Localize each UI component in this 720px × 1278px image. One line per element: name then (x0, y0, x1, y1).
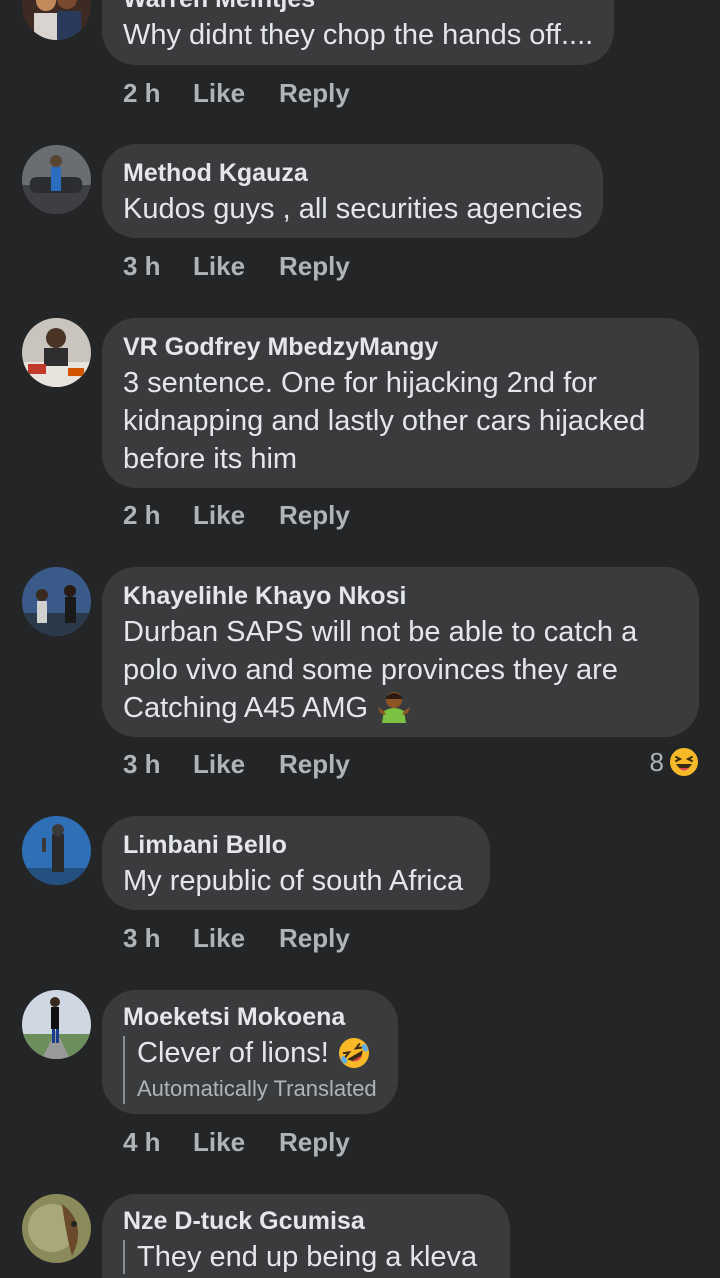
comment-actions: 4 h Like Reply (123, 1127, 350, 1158)
comment-author[interactable]: VR Godfrey MbedzyMangy (123, 332, 678, 362)
comment-bubble[interactable]: VR Godfrey MbedzyMangy 3 sentence. One f… (102, 318, 699, 488)
comment-timestamp: 4 h (123, 1127, 161, 1157)
reply-button[interactable]: Reply (279, 78, 350, 109)
translated-block: They end up being a kleva (123, 1240, 489, 1274)
avatar[interactable] (22, 990, 91, 1059)
comment-actions: 3 h Like Reply (123, 923, 350, 954)
auto-translated-label[interactable]: Automatically Translated (137, 1074, 377, 1104)
comment-text: My republic of south Africa (123, 865, 464, 897)
avatar[interactable] (22, 318, 91, 387)
comment-text: They end up being a kleva (137, 1241, 478, 1273)
avatar[interactable] (22, 567, 91, 636)
comment-text-segment: Clever of lions! (137, 1037, 329, 1069)
comment-author[interactable]: Method Kgauza (123, 158, 582, 188)
comment-bubble[interactable]: Nze D-tuck Gcumisa They end up being a k… (102, 1194, 510, 1278)
comment-bubble[interactable]: Method Kgauza Kudos guys , all securitie… (102, 144, 604, 238)
comment-actions: 3 h Like Reply (123, 749, 350, 780)
comment-timestamp: 2 h (123, 500, 161, 530)
comment-author[interactable]: Moeketsi Mokoena (123, 1002, 377, 1032)
like-button[interactable]: Like (193, 78, 279, 109)
comment-timestamp: 3 h (123, 749, 161, 779)
comment-bubble[interactable]: Limbani Bello My republic of south Afric… (102, 816, 491, 910)
comment-text-line: polo vivo and some provinces they are (123, 654, 618, 686)
reply-button[interactable]: Reply (279, 500, 350, 531)
comment-timestamp: 3 h (123, 923, 161, 953)
comment-text: Kudos guys , all securities agencies (123, 193, 583, 225)
comment-text: 3 sentence. One for hijacking 2nd for ki… (123, 364, 678, 478)
comment-text: Why didnt they chop the hands off.... (123, 19, 594, 51)
comment-text-line: kidnapping and lastly other cars hijacke… (123, 405, 646, 437)
reaction-summary[interactable]: 8 (650, 746, 700, 778)
comment-text-line: Durban SAPS will not be able to catch a (123, 616, 638, 648)
comment-author[interactable]: Limbani Bello (123, 830, 469, 860)
comment-timestamp: 2 h (123, 78, 161, 108)
reply-button[interactable]: Reply (279, 251, 350, 282)
like-button[interactable]: Like (193, 500, 279, 531)
comment-author[interactable]: Khayelihle Khayo Nkosi (123, 581, 678, 611)
avatar[interactable] (22, 145, 91, 214)
comment-bubble[interactable]: Khayelihle Khayo Nkosi Durban SAPS will … (102, 567, 699, 737)
comment-actions: 2 h Like Reply (123, 78, 350, 109)
avatar[interactable] (22, 816, 91, 885)
like-button[interactable]: Like (193, 1127, 279, 1158)
like-button[interactable]: Like (193, 749, 279, 780)
reaction-count: 8 (649, 746, 664, 777)
comment-actions: 2 h Like Reply (123, 500, 350, 531)
translated-block: Clever of lions! Automatically Translate… (123, 1036, 377, 1105)
rolling-on-floor-laughing-icon (337, 1036, 371, 1072)
comment-text-line: before its him (123, 443, 298, 475)
reply-button[interactable]: Reply (279, 923, 350, 954)
like-button[interactable]: Like (193, 923, 279, 954)
comment-bubble[interactable]: Warren Meintjes Why didnt they chop the … (102, 0, 615, 65)
comment-text: Clever of lions! (137, 1036, 377, 1072)
haha-reaction-icon (668, 746, 700, 778)
like-button[interactable]: Like (193, 251, 279, 282)
comment-author[interactable]: Warren Meintjes (123, 0, 593, 14)
comment-text-line: 3 sentence. One for hijacking 2nd for (123, 367, 597, 399)
reply-button[interactable]: Reply (279, 1127, 350, 1158)
reply-button[interactable]: Reply (279, 749, 350, 780)
person-shrugging-icon (376, 689, 412, 729)
comments-feed: Warren Meintjes Why didnt they chop the … (0, 0, 720, 1278)
comment-bubble[interactable]: Moeketsi Mokoena Clever of lions! Automa… (102, 990, 398, 1114)
comment-author[interactable]: Nze D-tuck Gcumisa (123, 1206, 489, 1236)
comment-text-line: Catching A45 AMG (123, 689, 678, 729)
comment-timestamp: 3 h (123, 251, 161, 281)
avatar[interactable] (22, 0, 91, 40)
avatar[interactable] (22, 1194, 91, 1263)
comment-actions: 3 h Like Reply (123, 251, 350, 282)
comment-text-segment: Catching A45 AMG (123, 692, 369, 724)
comment-text: Durban SAPS will not be able to catch a … (123, 613, 678, 729)
